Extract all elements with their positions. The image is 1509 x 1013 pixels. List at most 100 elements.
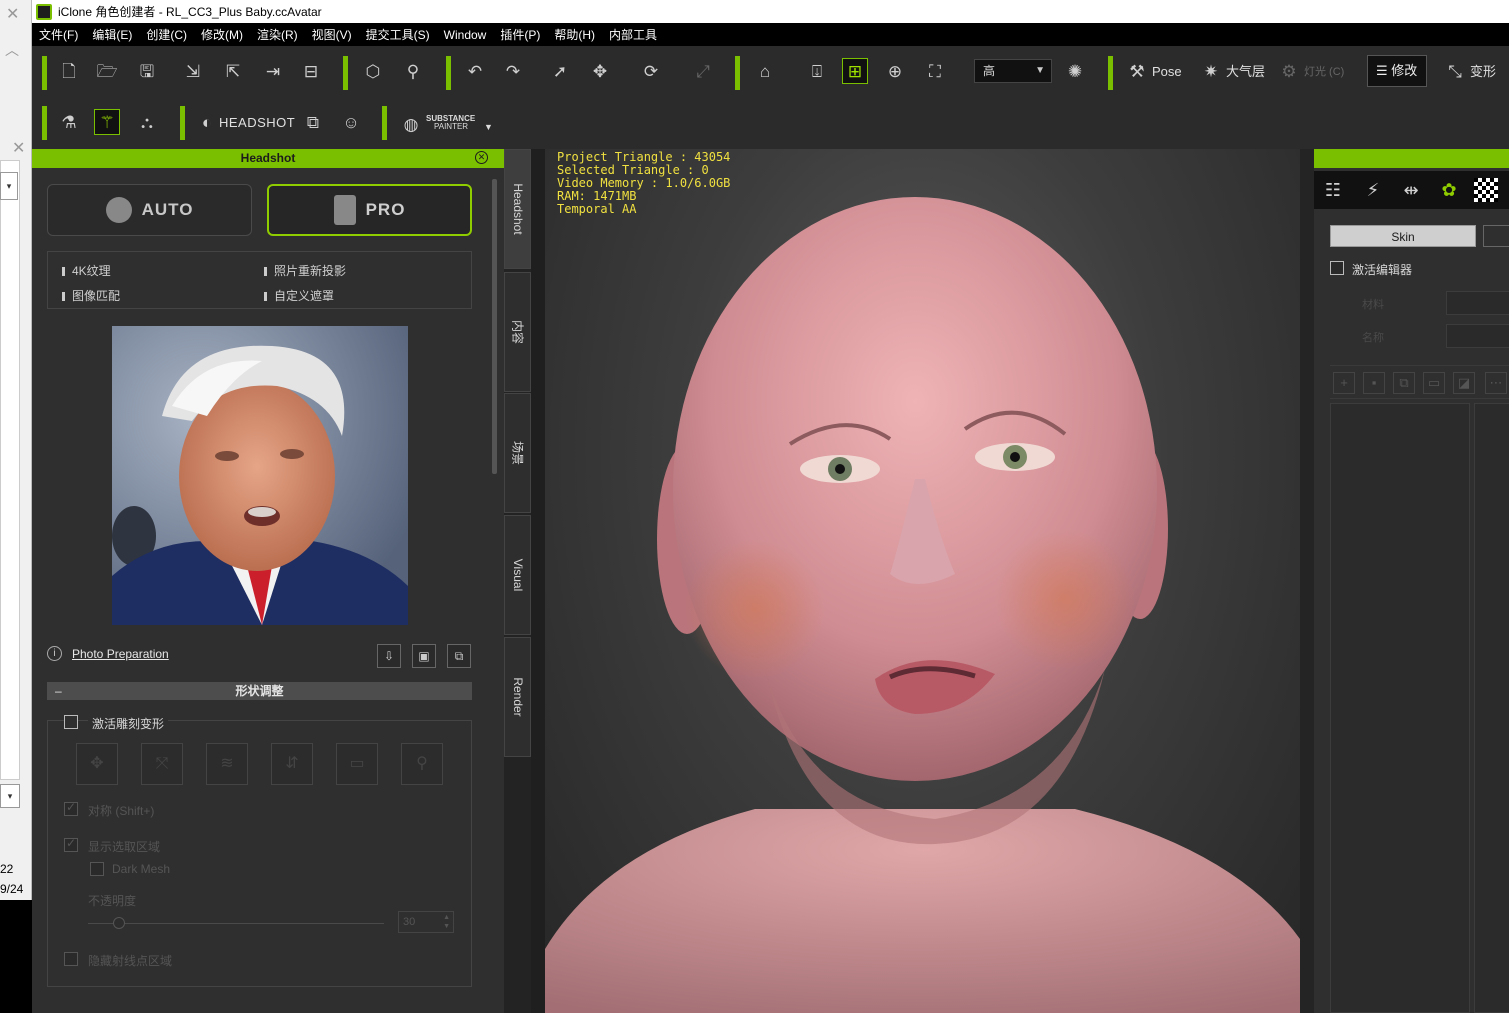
morph-icon[interactable]: ⤡ xyxy=(1442,59,1468,85)
menu-modify[interactable]: 修改(M) xyxy=(201,26,243,43)
quality-dropdown[interactable]: 高 ▼ xyxy=(974,59,1052,83)
menu-internal-tools[interactable]: 内部工具 xyxy=(609,26,657,43)
secondary-tab-button[interactable] xyxy=(1483,225,1509,247)
open-folder-icon[interactable]: 🗁 xyxy=(94,59,120,85)
morph-tool-icon[interactable]: ⚗ xyxy=(56,110,82,136)
material-list[interactable] xyxy=(1330,403,1470,1013)
menu-view[interactable]: 视图(V) xyxy=(312,26,352,43)
redo-icon[interactable]: ↷ xyxy=(500,59,526,85)
brush-push-icon[interactable]: ⤧ xyxy=(141,743,183,785)
skin-button[interactable]: Skin xyxy=(1330,225,1476,247)
pro-mode-button[interactable]: PRO xyxy=(267,184,472,236)
tab-scene[interactable]: 场景 xyxy=(504,393,531,513)
menu-help[interactable]: 帮助(H) xyxy=(554,26,595,43)
stamp-icon[interactable]: ▪ xyxy=(1363,372,1385,394)
save-icon[interactable]: 🖫 xyxy=(134,59,160,85)
cube-icon[interactable]: ⬡ xyxy=(360,59,386,85)
frame-selected-icon[interactable]: ⊞ xyxy=(842,58,868,84)
texture-checker-icon[interactable] xyxy=(1474,178,1498,202)
cards-icon[interactable]: ⧉ xyxy=(300,110,326,136)
pose-icon[interactable]: ⚒ xyxy=(1124,59,1150,85)
add-icon[interactable]: + xyxy=(1333,372,1355,394)
brush-mask-icon[interactable]: ⚲ xyxy=(401,743,443,785)
save-photo-icon[interactable]: ▣ xyxy=(412,644,436,668)
layer-icon[interactable]: ▭ xyxy=(1423,372,1445,394)
opacity-slider[interactable] xyxy=(88,917,384,929)
tab-content[interactable]: 内容 xyxy=(504,272,531,392)
substance-painter-button[interactable]: SUBSTANCE PAINTER xyxy=(426,115,475,131)
external-edit-icon[interactable]: ⧉ xyxy=(447,644,471,668)
sliders-icon[interactable]: ☷ xyxy=(1318,176,1348,204)
panel-scrollbar[interactable] xyxy=(492,179,497,474)
face-mask-icon[interactable]: ☺ xyxy=(338,110,364,136)
sun-light-icon[interactable]: ✺ xyxy=(1062,59,1088,85)
menu-submit-tools[interactable]: 提交工具(S) xyxy=(366,26,430,43)
home-view-icon[interactable]: ⌂ xyxy=(752,59,778,85)
light-icon[interactable]: ⚙ xyxy=(1276,59,1302,85)
brush-flatten-icon[interactable]: ▭ xyxy=(336,743,378,785)
scale-icon[interactable]: ⤢ xyxy=(690,59,716,85)
move-icon[interactable]: ✥ xyxy=(587,59,613,85)
panel-splitter[interactable] xyxy=(531,149,545,1013)
send-icon[interactable]: ⇥ xyxy=(260,59,286,85)
transform-button[interactable]: 变形 xyxy=(1470,59,1496,85)
shape-adjust-section-header[interactable]: – 形状调整 xyxy=(47,682,472,700)
slider-knob[interactable] xyxy=(113,917,125,929)
tab-visual[interactable]: Visual xyxy=(504,515,531,635)
close-icon[interactable]: ✕ xyxy=(6,4,19,24)
character-icon[interactable]: ⚲ xyxy=(400,59,426,85)
paint-icon[interactable]: ◪ xyxy=(1453,372,1475,394)
chevron-down-icon[interactable]: ▼ xyxy=(484,122,493,132)
tab-headshot[interactable]: Headshot xyxy=(504,149,531,269)
headshot-tool-icon[interactable]: ⚚ xyxy=(94,109,120,135)
hide-region-checkbox[interactable] xyxy=(64,952,78,966)
menu-render[interactable]: 渲染(R) xyxy=(257,26,298,43)
package-icon[interactable]: ⊟ xyxy=(298,59,324,85)
menu-plugins[interactable]: 插件(P) xyxy=(500,26,540,43)
photo-preparation-link[interactable]: Photo Preparation xyxy=(72,647,169,661)
select-arrow-icon[interactable]: ➚ xyxy=(547,59,573,85)
headshot-logo-icon[interactable]: ◐ xyxy=(194,110,220,136)
close-icon[interactable]: ✕ xyxy=(475,151,488,164)
material-preview-list[interactable] xyxy=(1474,403,1509,1013)
opacity-input[interactable]: 30 ▲ ▼ xyxy=(398,911,454,933)
show-region-checkbox[interactable] xyxy=(64,836,78,852)
headshot-button[interactable]: HEADSHOT xyxy=(219,110,295,136)
sculpt-morph-checkbox[interactable] xyxy=(64,715,78,729)
fit-view-icon[interactable]: ⍗ xyxy=(804,59,830,85)
material-field[interactable] xyxy=(1446,291,1509,315)
modify-button[interactable]: ☰ 修改 xyxy=(1367,55,1427,87)
symmetry-checkbox[interactable] xyxy=(64,800,78,816)
atmosphere-icon[interactable]: ✷ xyxy=(1198,59,1224,85)
dropdown-arrow-icon[interactable]: ▾ xyxy=(0,784,20,808)
brush-pull-icon[interactable]: ⇵ xyxy=(271,743,313,785)
chevron-up-icon[interactable]: ︿ xyxy=(5,40,19,60)
brush-move-icon[interactable]: ✥ xyxy=(76,743,118,785)
body-tool-icon[interactable]: ⛬ xyxy=(134,110,160,136)
motion-icon[interactable]: ⚡ xyxy=(1358,176,1388,204)
menu-edit[interactable]: 编辑(E) xyxy=(92,26,132,43)
rotate-icon[interactable]: ⟳ xyxy=(638,59,664,85)
panel-splitter[interactable] xyxy=(1300,149,1314,1013)
dark-mesh-checkbox[interactable] xyxy=(90,862,104,876)
menu-window[interactable]: Window xyxy=(444,28,487,42)
more-icon[interactable]: ⋯ xyxy=(1485,372,1507,394)
morph-slider-icon[interactable]: ⇹ xyxy=(1396,176,1426,204)
info-icon[interactable]: i xyxy=(47,646,62,661)
pose-button[interactable]: Pose xyxy=(1152,59,1182,85)
menu-file[interactable]: 文件(F) xyxy=(39,26,78,43)
dropdown-arrow-icon[interactable]: ▾ xyxy=(0,172,18,200)
3d-viewport[interactable]: Project Triangle : 43054 Selected Triangl… xyxy=(545,149,1300,1013)
substance-painter-icon[interactable]: ◍ xyxy=(398,112,424,138)
new-file-icon[interactable]: 🗋 xyxy=(56,59,82,85)
undo-icon[interactable]: ↶ xyxy=(462,59,488,85)
tab-render[interactable]: Render xyxy=(504,637,531,757)
spinner-icon[interactable]: ▲ ▼ xyxy=(443,913,450,931)
auto-mode-button[interactable]: AUTO xyxy=(47,184,252,236)
import-icon[interactable]: ⇲ xyxy=(180,59,206,85)
menu-create[interactable]: 创建(C) xyxy=(146,26,187,43)
activate-editor-checkbox[interactable] xyxy=(1330,261,1344,275)
atmosphere-button[interactable]: 大气层 xyxy=(1226,59,1265,85)
pivot-icon[interactable]: ⊕ xyxy=(882,59,908,85)
copy-icon[interactable]: ⧉ xyxy=(1393,372,1415,394)
